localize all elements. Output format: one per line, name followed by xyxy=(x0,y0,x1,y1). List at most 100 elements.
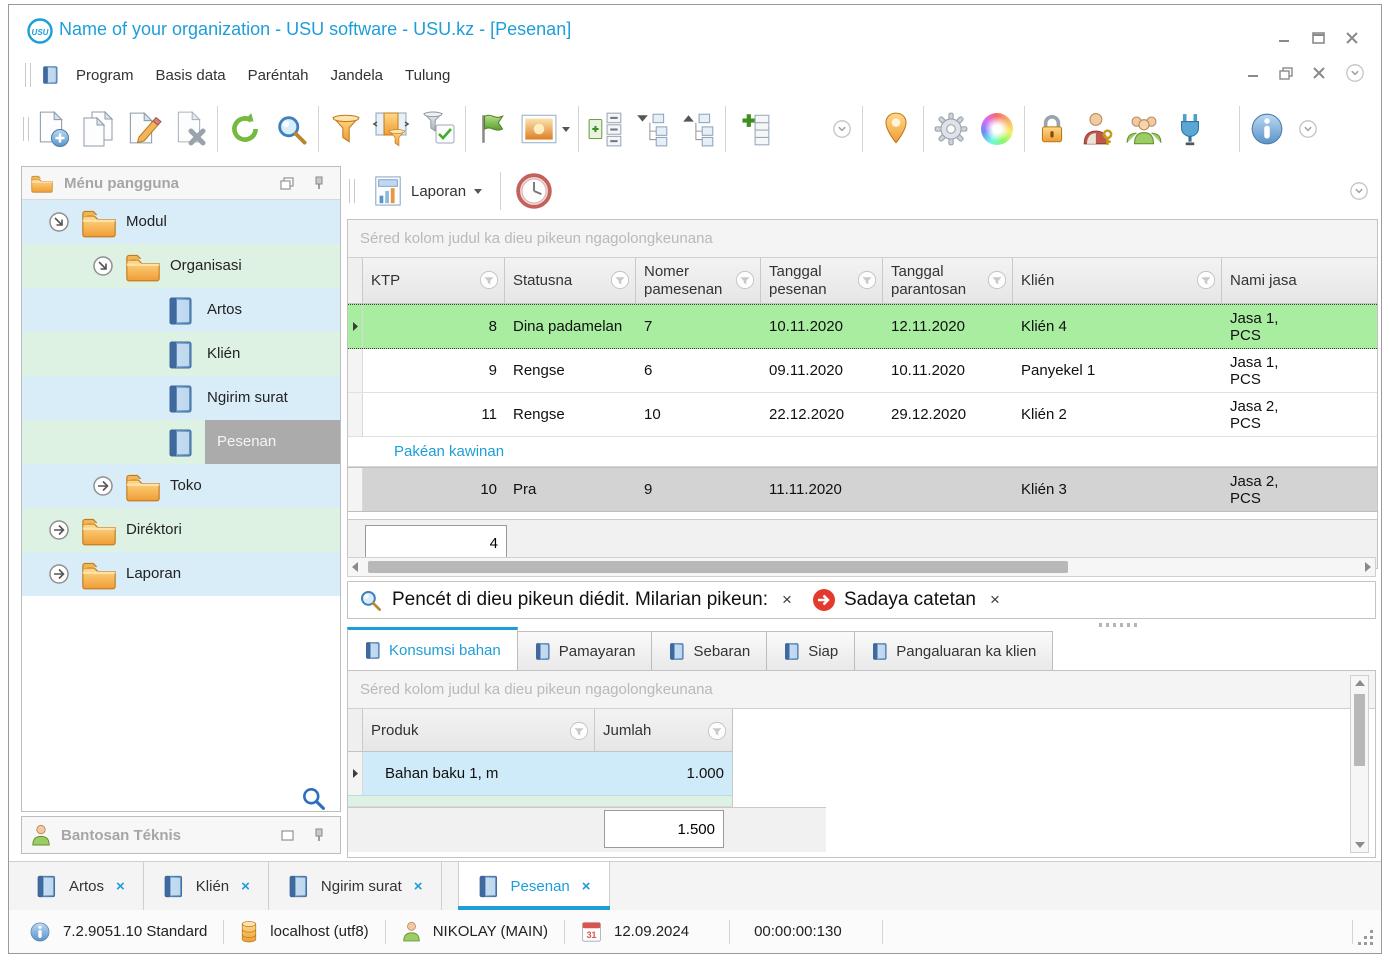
filter-funnel-icon[interactable] xyxy=(569,721,589,741)
search-button[interactable] xyxy=(268,103,314,155)
filter-edit-hint[interactable]: Pencét di dieu pikeun diédit. Milarian p… xyxy=(392,589,768,611)
column-header-statusna[interactable]: Statusna xyxy=(505,258,636,303)
tree-item-ngirim-surat[interactable]: Ngirim surat xyxy=(22,376,340,420)
content-overflow-chevron-icon[interactable] xyxy=(1349,181,1369,201)
mdi-close-button[interactable] xyxy=(1313,67,1325,79)
support-restore-button[interactable] xyxy=(276,826,298,844)
column-header-nomer-pamesenan[interactable]: Nomer pamesenan xyxy=(636,258,761,303)
support-panel-header[interactable]: Bantosan Téknis xyxy=(21,816,341,854)
tree-item-organisasi[interactable]: Organisasi xyxy=(22,244,340,288)
minimize-button[interactable] xyxy=(1273,29,1295,47)
pakean-kawinan-link[interactable]: Pakéan kawinan xyxy=(394,443,504,460)
splitter-handle[interactable] xyxy=(1099,623,1139,627)
tree-item-laporan[interactable]: Laporan xyxy=(22,552,340,596)
users-group-button[interactable] xyxy=(1121,103,1167,155)
time-report-button[interactable] xyxy=(515,172,553,210)
collapsed-arrow-icon[interactable] xyxy=(48,563,70,585)
filter-funnel-icon[interactable] xyxy=(735,270,755,290)
detail-new-row-strip[interactable] xyxy=(348,796,733,807)
color-wheel-button[interactable] xyxy=(974,103,1020,155)
grid-row[interactable]: 9 Rengse 6 09.11.2020 10.11.2020 Panyeke… xyxy=(348,349,1377,393)
column-header-tanggal-pesenan[interactable]: Tanggal pesenan xyxy=(761,258,883,303)
sidebar-restore-button[interactable] xyxy=(276,174,298,192)
toolbar-grip[interactable] xyxy=(25,63,31,87)
collapsed-arrow-icon[interactable] xyxy=(48,519,70,541)
new-record-button[interactable] xyxy=(29,103,75,155)
tree-item-direktori[interactable]: Diréktori xyxy=(22,508,340,552)
close-tab-icon[interactable]: × xyxy=(414,878,423,895)
column-header-produk[interactable]: Produk xyxy=(363,709,595,751)
lock-button[interactable] xyxy=(1029,103,1075,155)
filter-edit-bar[interactable]: Pencét di dieu pikeun diédit. Milarian p… xyxy=(347,581,1376,619)
tree-item-toko[interactable]: Toko xyxy=(22,464,340,508)
toolbar-overflow-chevron-2-icon[interactable] xyxy=(1298,119,1318,139)
filter-funnel-icon[interactable] xyxy=(857,270,877,290)
detail-row-selected[interactable]: Bahan baku 1, m 1.000 xyxy=(348,752,733,796)
doc-tab-klien[interactable]: Klién × xyxy=(144,862,269,911)
grid-row-selected[interactable]: 8 Dina padamelan 7 10.11.2020 12.11.2020… xyxy=(348,304,1377,349)
scrollbar-thumb[interactable] xyxy=(1354,694,1365,766)
close-tab-icon[interactable]: × xyxy=(582,878,591,895)
info-button[interactable] xyxy=(1244,103,1290,155)
add-column-button[interactable] xyxy=(730,103,776,155)
collapse-tree-button[interactable] xyxy=(629,103,675,155)
tree-item-klien[interactable]: Klién xyxy=(22,332,340,376)
scroll-right-icon[interactable] xyxy=(1365,562,1371,572)
resize-grip[interactable] xyxy=(1370,942,1373,945)
tab-pamayaran[interactable]: Pamayaran xyxy=(517,631,653,671)
tab-siap[interactable]: Siap xyxy=(767,631,856,671)
mdi-minimize-button[interactable] xyxy=(1247,67,1259,79)
laporan-dropdown-button[interactable]: Laporan xyxy=(365,171,490,211)
refresh-button[interactable] xyxy=(222,103,268,155)
filter-apply-button[interactable] xyxy=(415,103,461,155)
settings-gear-button[interactable] xyxy=(928,103,974,155)
expanded-arrow-icon[interactable] xyxy=(92,255,114,277)
column-header-jumlah[interactable]: Jumlah xyxy=(595,709,732,751)
tab-konsumsi-bahan[interactable]: Konsumsi bahan xyxy=(347,627,518,671)
filter-funnel-icon[interactable] xyxy=(987,270,1007,290)
tree-item-modul[interactable]: Modul xyxy=(22,200,340,244)
support-pin-button[interactable] xyxy=(308,826,330,844)
grid-row[interactable]: 11 Rengse 10 22.12.2020 29.12.2020 Klién… xyxy=(348,393,1377,437)
maximize-button[interactable] xyxy=(1307,29,1329,47)
flag-button[interactable] xyxy=(470,103,516,155)
tab-sebaran[interactable]: Sebaran xyxy=(652,631,768,671)
menu-program[interactable]: Program xyxy=(65,61,145,90)
user-key-button[interactable] xyxy=(1075,103,1121,155)
menu-tulung[interactable]: Tulung xyxy=(394,61,461,90)
toolbar-overflow-chevron-icon[interactable] xyxy=(832,119,852,139)
edit-record-button[interactable] xyxy=(121,103,167,155)
tree-item-artos[interactable]: Artos xyxy=(22,288,340,332)
tab-pangaluaran-ka-klien[interactable]: Pangaluaran ka klien xyxy=(855,631,1054,671)
doc-tab-artos[interactable]: Artos × xyxy=(17,862,144,911)
image-button[interactable] xyxy=(516,103,574,155)
content-toolbar-grip[interactable] xyxy=(349,179,355,203)
filter-funnel-icon[interactable] xyxy=(707,721,727,741)
horizontal-scrollbar[interactable] xyxy=(347,557,1376,577)
sidebar-pin-button[interactable] xyxy=(308,174,330,192)
filter-funnel-icon[interactable] xyxy=(610,270,630,290)
filter-clear-button[interactable]: × xyxy=(782,590,792,610)
close-tab-icon[interactable]: × xyxy=(241,878,250,895)
doc-tab-ngirim-surat[interactable]: Ngirim surat × xyxy=(269,862,442,911)
plug-button[interactable] xyxy=(1167,103,1213,155)
scroll-down-icon[interactable] xyxy=(1354,842,1365,848)
delete-record-button[interactable] xyxy=(167,103,213,155)
menu-parentah[interactable]: Paréntah xyxy=(237,61,320,90)
filter-funnel-icon[interactable] xyxy=(479,270,499,290)
map-pin-button[interactable] xyxy=(873,103,919,155)
filter-button[interactable] xyxy=(323,103,369,155)
menu-basis-data[interactable]: Basis data xyxy=(145,61,237,90)
copy-record-button[interactable] xyxy=(75,103,121,155)
scroll-up-icon[interactable] xyxy=(1354,680,1365,686)
close-tab-icon[interactable]: × xyxy=(116,878,125,895)
expanded-arrow-icon[interactable] xyxy=(48,211,70,233)
expand-rows-button[interactable] xyxy=(583,103,629,155)
expand-tree-button[interactable] xyxy=(675,103,721,155)
menu-jandela[interactable]: Jandela xyxy=(319,61,394,90)
collapsed-arrow-icon[interactable] xyxy=(92,475,114,497)
tree-item-pesenan-selected[interactable]: Pesenan xyxy=(22,420,340,464)
tree-search-icon[interactable] xyxy=(300,785,326,811)
group-by-bar[interactable]: Séred kolom judul ka dieu pikeun ngagolo… xyxy=(348,220,1377,258)
filter-panel-button[interactable] xyxy=(369,103,415,155)
